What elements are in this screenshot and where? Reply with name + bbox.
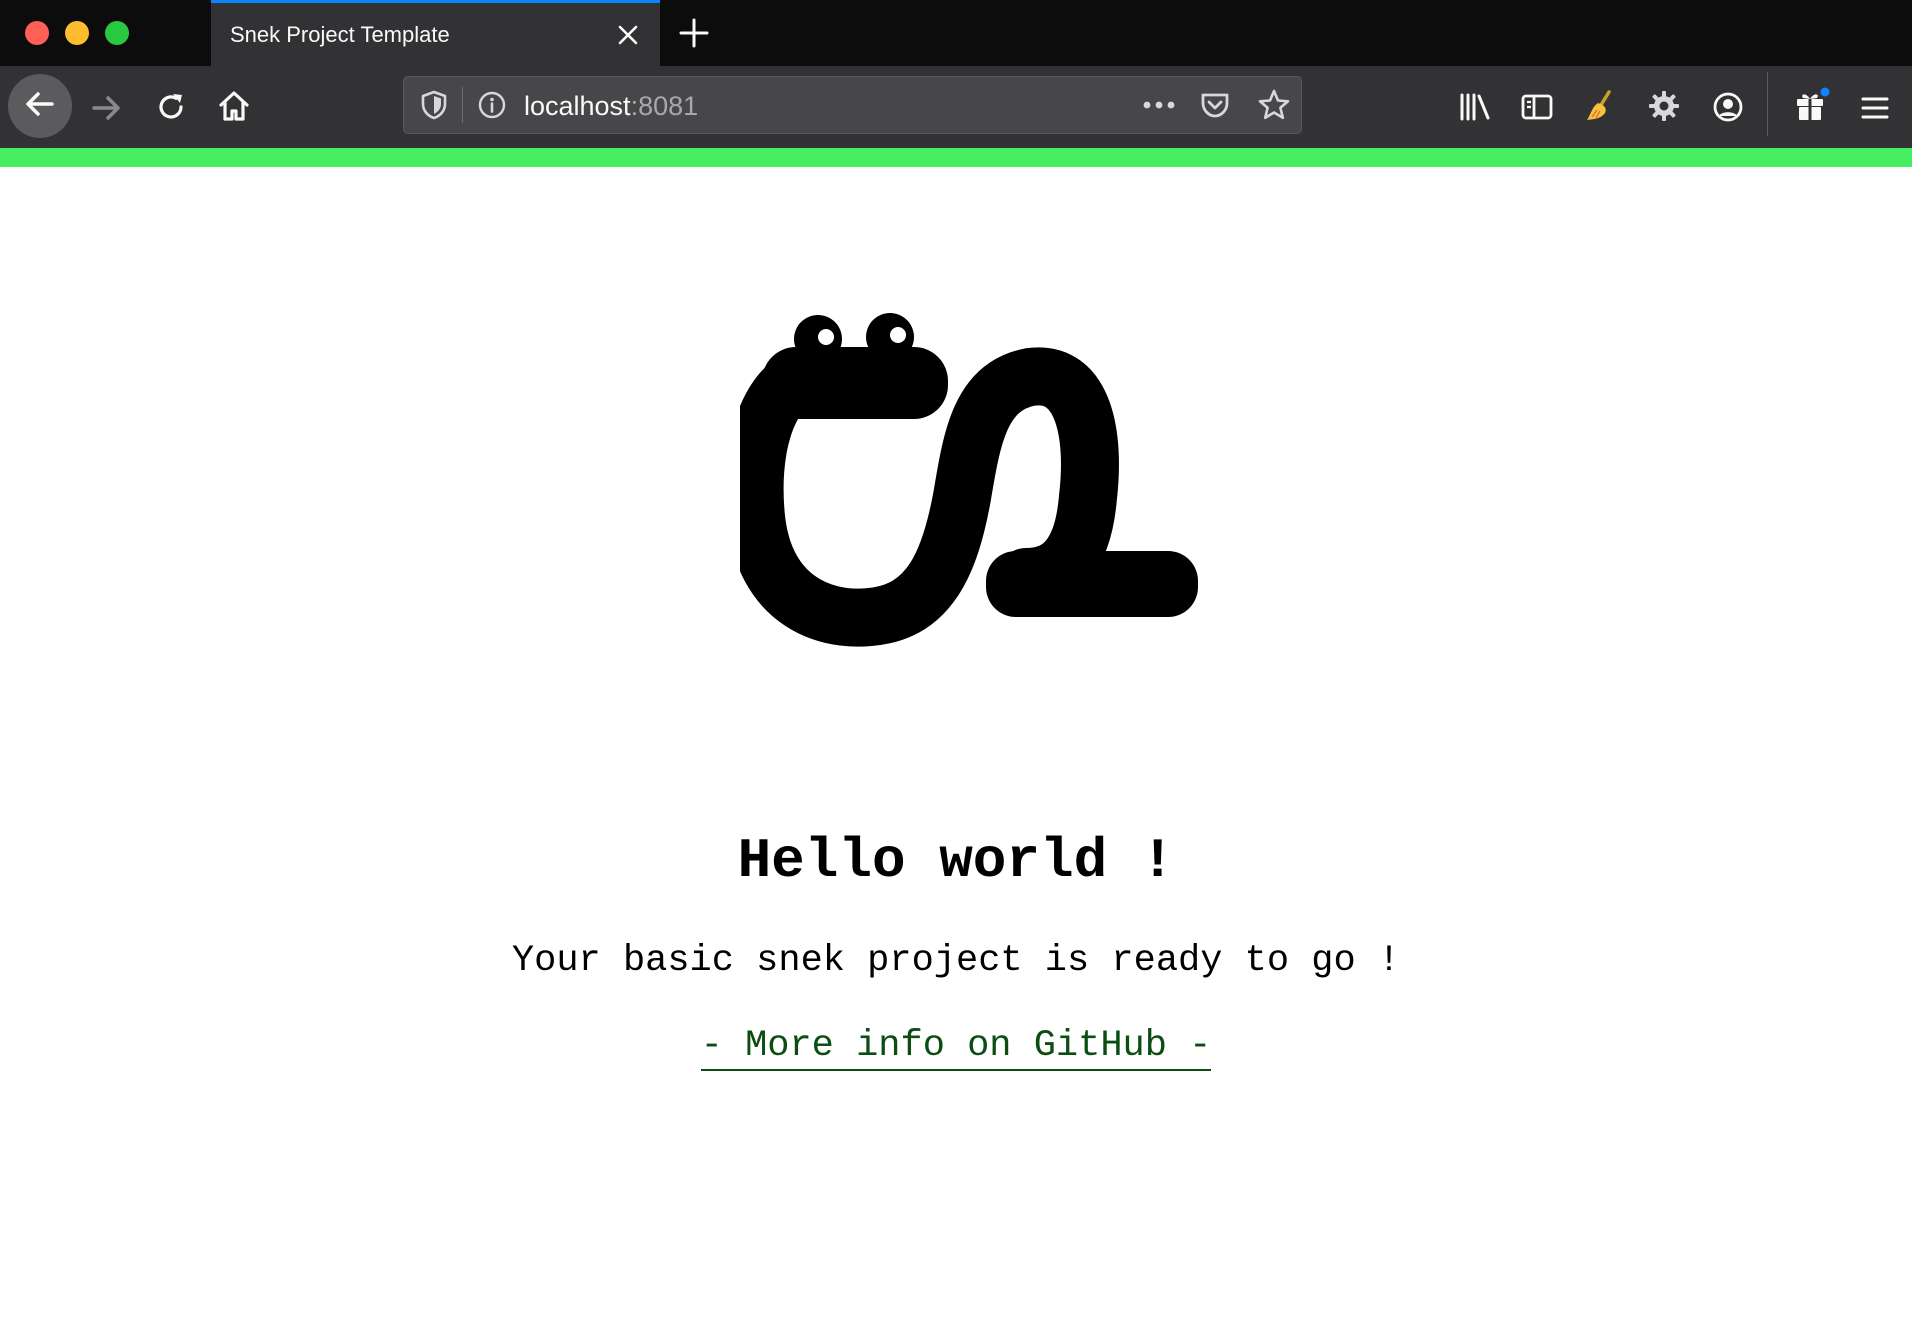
maximize-window-button[interactable]: [105, 21, 129, 45]
reload-icon[interactable]: [151, 87, 191, 127]
account-icon[interactable]: [1708, 87, 1748, 127]
snek-logo: [740, 313, 1198, 647]
url-text[interactable]: localhost:8081: [524, 91, 698, 122]
page-heading: Hello world !: [737, 829, 1175, 893]
tab-title: Snek Project Template: [230, 22, 450, 47]
github-link[interactable]: - More info on GitHub -: [700, 1025, 1212, 1071]
page-content: Hello world ! Your basic snek project is…: [0, 167, 1912, 1322]
sidebar-icon[interactable]: [1517, 87, 1557, 127]
url-port: :8081: [630, 91, 699, 121]
url-divider: [462, 87, 463, 123]
url-bar[interactable]: localhost:8081: [403, 76, 1302, 134]
forward-arrow-icon[interactable]: [86, 88, 126, 128]
github-link-row: - More info on GitHub -: [0, 1024, 1912, 1073]
back-button[interactable]: [8, 74, 72, 138]
url-host: localhost: [524, 91, 631, 121]
minimize-window-button[interactable]: [65, 21, 89, 45]
more-actions-icon[interactable]: [1139, 89, 1179, 121]
bookmark-star-icon[interactable]: [1256, 87, 1292, 123]
close-tab-icon[interactable]: [614, 21, 642, 49]
home-icon[interactable]: [214, 86, 254, 126]
gift-icon[interactable]: [1791, 85, 1831, 125]
new-tab-plus-icon[interactable]: [677, 16, 711, 50]
browser-window: Snek Project Template localhost:8081 Hel…: [0, 0, 1912, 1322]
info-icon[interactable]: [476, 89, 508, 121]
pocket-icon[interactable]: [1198, 88, 1232, 122]
hamburger-menu-icon[interactable]: [1855, 88, 1895, 128]
broom-extension-icon[interactable]: [1581, 86, 1621, 126]
close-window-button[interactable]: [25, 21, 49, 45]
nav-toolbar: localhost:8081: [0, 66, 1912, 148]
tab-strip: Snek Project Template: [0, 0, 1912, 66]
gear-extension-icon[interactable]: [1644, 86, 1684, 126]
toolbar-separator: [1767, 72, 1768, 136]
page-top-accent-bar: [0, 148, 1912, 167]
tab-active[interactable]: Snek Project Template: [211, 0, 660, 66]
library-icon[interactable]: [1455, 87, 1495, 127]
page-subtext: Your basic snek project is ready to go !: [511, 940, 1401, 982]
shield-icon[interactable]: [418, 89, 450, 121]
back-arrow-icon: [22, 86, 58, 127]
